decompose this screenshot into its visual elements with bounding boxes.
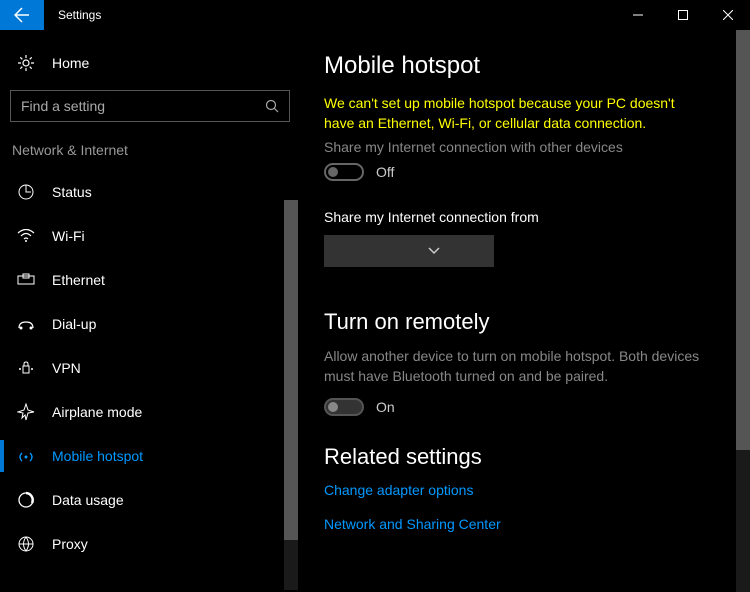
sidebar-item-ethernet[interactable]: Ethernet	[0, 258, 300, 302]
gear-icon	[16, 54, 36, 72]
sidebar: Home Find a setting Network & Internet S…	[0, 30, 300, 592]
close-button[interactable]	[705, 0, 750, 30]
share-toggle[interactable]	[324, 163, 364, 181]
home-label: Home	[52, 55, 89, 71]
sidebar-item-status[interactable]: Status	[0, 170, 300, 214]
hotspot-icon	[16, 449, 36, 463]
sidebar-item-label: Airplane mode	[52, 404, 142, 420]
airplane-icon	[16, 403, 36, 421]
titlebar: Settings	[0, 0, 750, 30]
share-toggle-state: Off	[376, 164, 394, 180]
warning-message: We can't set up mobile hotspot because y…	[324, 94, 704, 133]
sidebar-item-label: Data usage	[52, 492, 124, 508]
remote-toggle-state: On	[376, 399, 395, 415]
remote-toggle[interactable]	[324, 398, 364, 416]
wifi-icon	[16, 229, 36, 243]
back-button[interactable]	[0, 0, 44, 30]
share-connection-label: Share my Internet connection with other …	[324, 139, 726, 155]
remote-description: Allow another device to turn on mobile h…	[324, 347, 704, 386]
sidebar-item-label: Mobile hotspot	[52, 448, 143, 464]
sidebar-item-data-usage[interactable]: Data usage	[0, 478, 300, 522]
window-controls	[615, 0, 750, 30]
sidebar-item-label: VPN	[52, 360, 81, 376]
sidebar-scrollbar[interactable]	[284, 200, 298, 590]
sidebar-item-label: Status	[52, 184, 92, 200]
main-content: Mobile hotspot We can't set up mobile ho…	[300, 30, 750, 592]
related-heading: Related settings	[324, 444, 726, 470]
back-arrow-icon	[14, 7, 30, 23]
status-icon	[16, 183, 36, 201]
sidebar-scrollbar-thumb[interactable]	[284, 200, 298, 540]
category-label: Network & Internet	[0, 142, 300, 170]
home-button[interactable]: Home	[0, 48, 300, 90]
dialup-icon	[16, 317, 36, 331]
sidebar-item-dialup[interactable]: Dial-up	[0, 302, 300, 346]
sidebar-item-wifi[interactable]: Wi-Fi	[0, 214, 300, 258]
sidebar-item-label: Ethernet	[52, 272, 105, 288]
main-scrollbar[interactable]	[736, 30, 750, 592]
minimize-button[interactable]	[615, 0, 660, 30]
sidebar-item-label: Proxy	[52, 536, 88, 552]
page-title: Mobile hotspot	[324, 52, 726, 80]
sidebar-item-label: Dial-up	[52, 316, 96, 332]
network-sharing-link[interactable]: Network and Sharing Center	[324, 516, 726, 532]
toggle-knob	[328, 402, 338, 412]
main-scrollbar-thumb[interactable]	[736, 30, 750, 450]
search-icon	[265, 99, 279, 113]
remote-heading: Turn on remotely	[324, 309, 726, 335]
window-title: Settings	[58, 8, 101, 22]
share-from-dropdown[interactable]	[324, 235, 494, 267]
sidebar-item-proxy[interactable]: Proxy	[0, 522, 300, 566]
sidebar-item-vpn[interactable]: VPN	[0, 346, 300, 390]
search-placeholder: Find a setting	[21, 98, 105, 114]
nav-list: Status Wi-Fi Ethernet Dial-up VPN Airpla…	[0, 170, 300, 566]
share-from-label: Share my Internet connection from	[324, 209, 726, 225]
sidebar-item-airplane[interactable]: Airplane mode	[0, 390, 300, 434]
maximize-button[interactable]	[660, 0, 705, 30]
proxy-icon	[16, 535, 36, 553]
toggle-knob	[328, 167, 338, 177]
data-usage-icon	[16, 491, 36, 509]
search-input[interactable]: Find a setting	[10, 90, 290, 122]
chevron-down-icon	[428, 247, 440, 255]
sidebar-item-hotspot[interactable]: Mobile hotspot	[0, 434, 300, 478]
change-adapter-link[interactable]: Change adapter options	[324, 482, 726, 498]
ethernet-icon	[16, 273, 36, 287]
sidebar-item-label: Wi-Fi	[52, 228, 85, 244]
vpn-icon	[16, 361, 36, 375]
